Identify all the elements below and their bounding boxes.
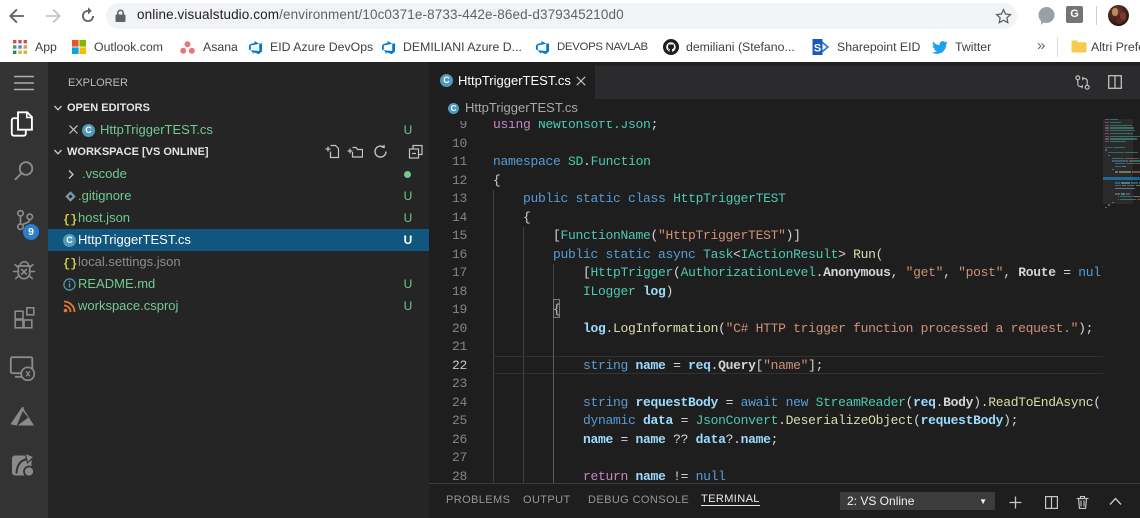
svg-text:S: S: [814, 43, 821, 55]
